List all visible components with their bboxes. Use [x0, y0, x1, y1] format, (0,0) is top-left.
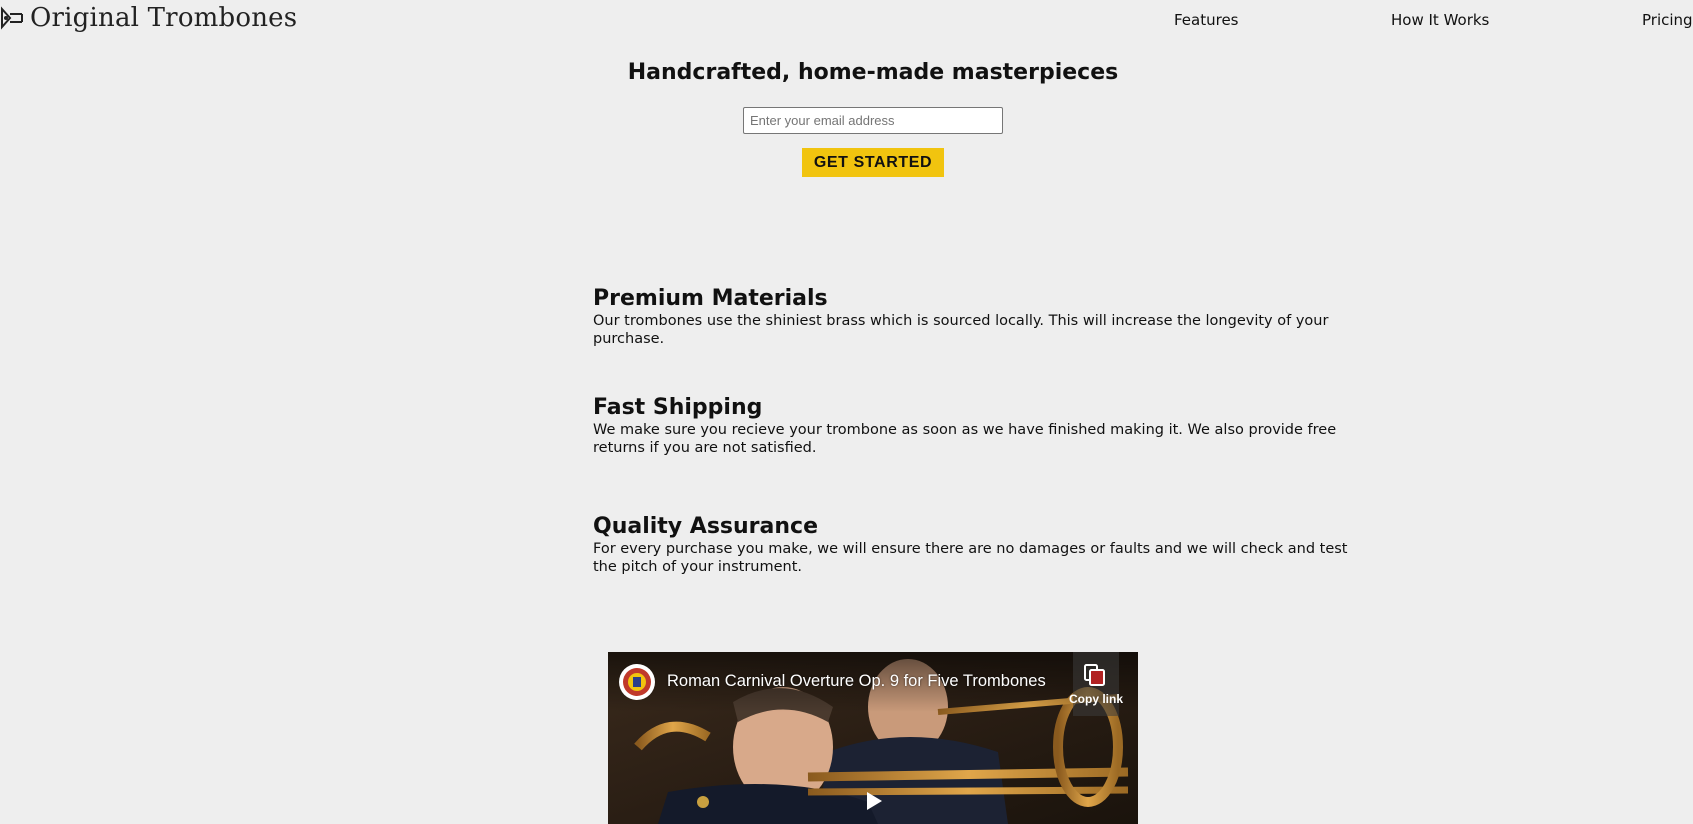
nav-link-how-it-works[interactable]: How It Works: [1391, 11, 1489, 29]
copy-link-label: Copy link: [1069, 692, 1124, 706]
feature-premium-materials: Premium Materials Our trombones use the …: [593, 286, 1353, 348]
logo-text: Original Trombones: [30, 3, 298, 33]
copy-icon: [1084, 664, 1105, 686]
video-title[interactable]: Roman Carnival Overture Op. 9 for Five T…: [667, 672, 1046, 691]
site-header: Original Trombones Features How It Works…: [0, 0, 1693, 40]
email-input[interactable]: [743, 107, 1003, 134]
feature-quality-assurance: Quality Assurance For every purchase you…: [593, 514, 1353, 576]
feature-title: Quality Assurance: [593, 514, 819, 539]
feature-title: Fast Shipping: [593, 395, 763, 420]
get-started-button[interactable]: GET STARTED: [802, 148, 944, 177]
feature-description: For every purchase you make, we will ens…: [593, 541, 1348, 575]
copy-link-button[interactable]: Copy link: [1069, 652, 1123, 716]
trombone-icon: [0, 5, 24, 31]
feature-description: We make sure you recieve your trombone a…: [593, 422, 1337, 456]
nav-link-features[interactable]: Features: [1174, 11, 1239, 29]
video-player[interactable]: Roman Carnival Overture Op. 9 for Five T…: [608, 652, 1138, 824]
logo[interactable]: Original Trombones: [0, 3, 297, 33]
feature-description: Our trombones use the shiniest brass whi…: [593, 313, 1329, 347]
feature-fast-shipping: Fast Shipping We make sure you recieve y…: [593, 395, 1353, 457]
hero-title: Handcrafted, home-made masterpieces: [0, 60, 1693, 85]
feature-title: Premium Materials: [593, 286, 828, 311]
channel-avatar[interactable]: [619, 664, 655, 700]
play-icon[interactable]: [859, 787, 887, 815]
nav-link-pricing[interactable]: Pricing: [1642, 11, 1693, 29]
channel-emblem-icon: [623, 668, 651, 696]
hero-title-text: Handcrafted, home-made masterpieces: [627, 60, 1119, 85]
